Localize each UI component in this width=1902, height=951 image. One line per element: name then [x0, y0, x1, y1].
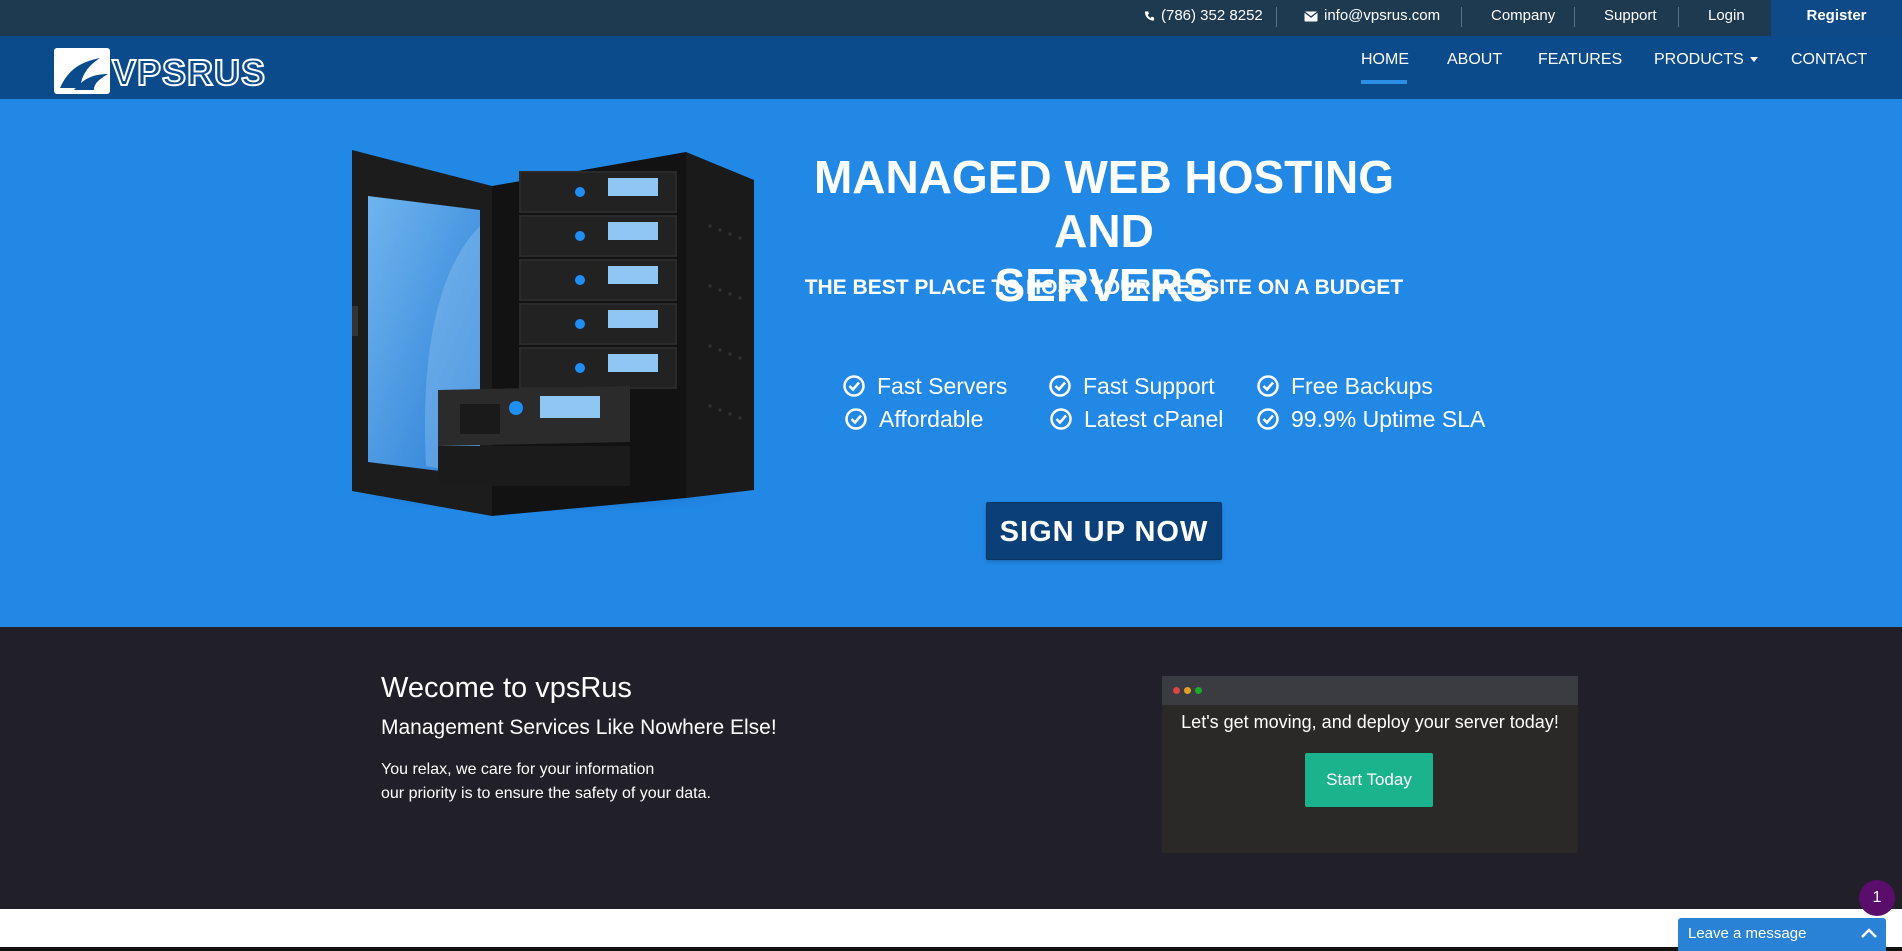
notification-badge[interactable]: 1 [1859, 880, 1895, 916]
welcome-text-line-1: You relax, we care for your information [381, 761, 655, 778]
feature-label: Affordable [879, 406, 984, 432]
caret-down-icon [1749, 57, 1758, 63]
divider [1461, 7, 1462, 27]
nav-about[interactable]: ABOUT [1447, 36, 1502, 84]
vpsrus-logo[interactable]: VPSRUS [54, 48, 276, 94]
divider [1276, 7, 1277, 27]
feature-item: Free Backups [1257, 371, 1433, 401]
company-link[interactable]: Company [1491, 0, 1555, 36]
feature-item: Fast Servers [843, 371, 1007, 401]
start-today-button[interactable]: Start Today [1305, 753, 1433, 807]
nav-contact[interactable]: CONTACT [1791, 36, 1867, 84]
feature-item: Fast Support [1049, 371, 1215, 401]
feature-label: 99.9% Uptime SLA [1291, 406, 1486, 432]
nav-products-label: PRODUCTS [1654, 51, 1744, 68]
feature-label: Fast Servers [877, 373, 1008, 399]
divider [1678, 7, 1679, 27]
deploy-card-text: Let's get moving, and deploy your server… [1181, 712, 1559, 732]
active-nav-indicator [1361, 80, 1407, 84]
phone-text: (786) 352 8252 [1161, 7, 1263, 24]
logo-wordmark: VPSRUS [112, 52, 266, 93]
check-circle-icon [1049, 375, 1071, 397]
window-maximize-dot-icon [1195, 687, 1202, 694]
nav-products[interactable]: PRODUCTS [1654, 36, 1758, 84]
feature-label: Fast Support [1083, 373, 1215, 399]
check-circle-icon [843, 375, 865, 397]
welcome-text-line-2: our priority is to ensure the safety of … [381, 785, 711, 802]
check-circle-icon [1050, 408, 1072, 430]
feature-item: Latest cPanel [1050, 404, 1223, 434]
window-close-dot-icon [1173, 687, 1180, 694]
sign-up-now-button[interactable]: SIGN UP NOW [986, 502, 1222, 560]
welcome-section [0, 627, 1902, 909]
welcome-subtitle: Management Services Like Nowhere Else! [381, 716, 777, 739]
phone-contact[interactable]: (786) 352 8252 [1144, 0, 1263, 36]
feature-label: Free Backups [1291, 373, 1433, 399]
feature-item: 99.9% Uptime SLA [1257, 404, 1485, 434]
welcome-title: Wecome to vpsRus [381, 672, 632, 704]
login-link[interactable]: Login [1708, 0, 1745, 36]
nav-features[interactable]: FEATURES [1538, 36, 1622, 84]
email-contact[interactable]: info@vpsrus.com [1304, 0, 1440, 36]
card-window-bar [1162, 676, 1578, 705]
top-utility-bar: (786) 352 8252 info@vpsrus.com Company S… [0, 0, 1902, 36]
chevron-up-icon[interactable] [1860, 926, 1878, 940]
chat-label: Leave a message [1688, 925, 1807, 942]
hero-title-line-1: MANAGED WEB HOSTING AND [813, 151, 1395, 257]
feature-label: Latest cPanel [1084, 406, 1224, 432]
email-text: info@vpsrus.com [1324, 7, 1441, 24]
register-button[interactable]: Register [1771, 0, 1902, 36]
check-circle-icon [845, 408, 867, 430]
envelope-icon [1304, 11, 1318, 22]
feature-item: Affordable [845, 404, 983, 434]
nav-home[interactable]: HOME [1361, 36, 1409, 84]
check-circle-icon [1257, 408, 1279, 430]
hero-subtitle: THE BEST PLACE TO HOST YOUR WEBSITE ON A… [804, 276, 1404, 299]
support-link[interactable]: Support [1604, 0, 1657, 36]
check-circle-icon [1257, 375, 1279, 397]
server-rack-image [350, 150, 754, 516]
main-navbar: VPSRUS HOME ABOUT FEATURES PRODUCTS CONT… [0, 36, 1902, 99]
divider [1574, 7, 1575, 27]
deploy-card: Let's get moving, and deploy your server… [1162, 676, 1578, 853]
window-minimize-dot-icon [1184, 687, 1191, 694]
phone-icon [1144, 11, 1155, 21]
leave-message-chat-widget[interactable]: Leave a message [1678, 918, 1886, 951]
bottom-border [0, 947, 1902, 951]
bottom-strip [0, 909, 1902, 951]
